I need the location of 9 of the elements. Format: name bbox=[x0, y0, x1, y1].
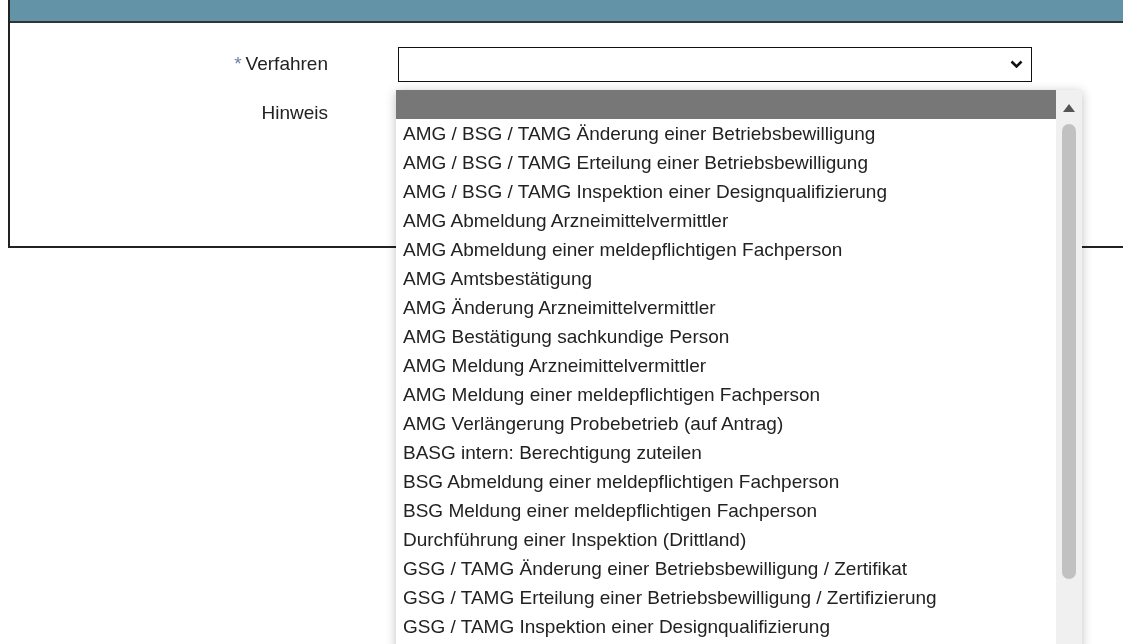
scroll-up-icon bbox=[1063, 104, 1075, 112]
chevron-down-icon bbox=[1010, 60, 1023, 69]
scrollbar-thumb[interactable] bbox=[1062, 124, 1076, 579]
dropdown-option[interactable] bbox=[396, 90, 1056, 119]
scrollbar[interactable] bbox=[1056, 90, 1082, 644]
field-label: Hinweis bbox=[261, 101, 328, 125]
required-mark: * bbox=[234, 53, 242, 74]
select-field[interactable] bbox=[398, 47, 1032, 82]
field-label: * Verfahren bbox=[234, 52, 328, 76]
